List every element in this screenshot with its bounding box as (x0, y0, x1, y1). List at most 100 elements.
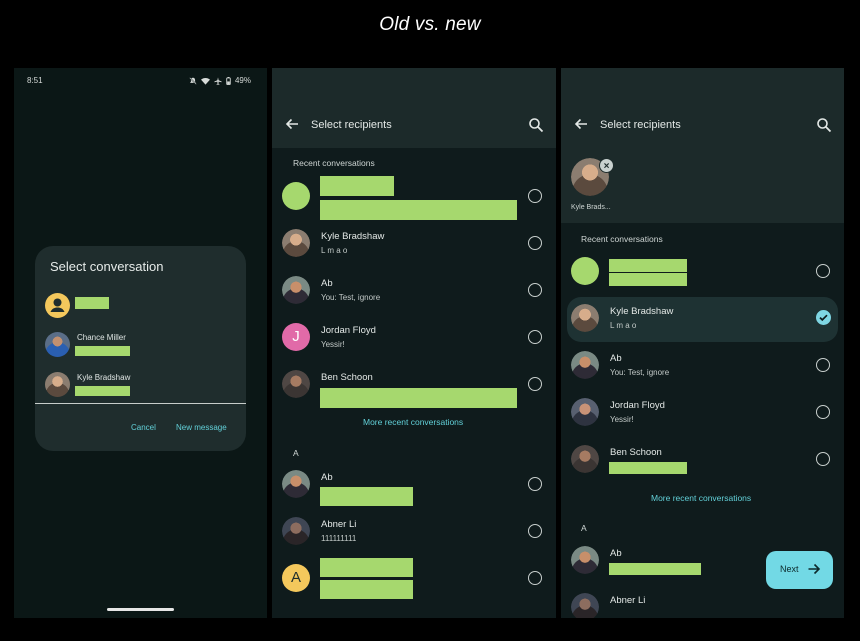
contact-name: Ab (610, 353, 622, 364)
message-preview: Yessir! (321, 340, 345, 349)
list-item[interactable]: Ab You: Test, ignore (561, 343, 844, 389)
radio-button[interactable] (528, 524, 542, 538)
remove-icon[interactable]: × (599, 158, 614, 173)
radio-button[interactable] (528, 189, 542, 203)
list-item[interactable] (561, 249, 844, 295)
redacted-number (320, 580, 413, 599)
dialog-contact-3[interactable]: Kyle Bradshaw (45, 372, 235, 400)
list-item-selected[interactable]: Kyle Bradshaw L m a o (561, 296, 844, 342)
list-item[interactable]: Abner Li (561, 585, 844, 618)
list-item[interactable]: A (272, 556, 556, 602)
status-bar: 8:51 49% (14, 76, 267, 90)
redacted-name (320, 558, 413, 577)
radio-button[interactable] (816, 405, 830, 419)
radio-button[interactable] (528, 330, 542, 344)
radio-button[interactable] (528, 571, 542, 585)
more-recent-link[interactable]: More recent conversations (363, 417, 463, 427)
search-icon[interactable] (816, 117, 832, 133)
radio-button[interactable] (528, 236, 542, 250)
redacted-message (75, 386, 130, 396)
back-arrow-icon[interactable] (284, 116, 300, 132)
list-item[interactable]: Kyle Bradshaw L m a o (272, 221, 556, 267)
radio-button[interactable] (816, 452, 830, 466)
dialog-contact-2[interactable]: Chance Miller (45, 332, 235, 360)
new-screen: Select recipients Recent conversations K… (272, 68, 556, 618)
message-preview: You: Test, ignore (610, 368, 670, 377)
list-item[interactable]: Ab You: Test, ignore (272, 268, 556, 314)
redacted-message (75, 346, 130, 356)
avatar (282, 470, 310, 498)
section-letter: A (581, 523, 587, 533)
recent-header: Recent conversations (293, 158, 375, 168)
search-icon[interactable] (528, 117, 544, 133)
cancel-button[interactable]: Cancel (131, 423, 156, 432)
message-preview: L m a o (610, 321, 637, 330)
select-conversation-dialog: Select conversation Chance Miller Kyle B… (35, 246, 246, 451)
selected-recipient-chip[interactable]: × (571, 158, 614, 200)
screen-title: Select recipients (311, 119, 392, 131)
battery-icon (226, 76, 231, 85)
home-indicator[interactable] (107, 608, 174, 611)
check-icon[interactable] (816, 310, 831, 325)
contact-name: Kyle Bradshaw (610, 306, 674, 317)
avatar (571, 593, 599, 618)
screen-title: Select recipients (600, 119, 681, 131)
contact-name: Ab (321, 472, 333, 483)
more-recent-link[interactable]: More recent conversations (651, 493, 751, 503)
contact-name: Ab (321, 278, 333, 289)
chip-label: Kyle Brads... (571, 204, 611, 211)
list-item[interactable]: J Jordan Floyd Yessir! (272, 315, 556, 361)
redacted-name (75, 297, 109, 309)
phone-number: 111111111 (321, 534, 357, 543)
redacted-name (609, 259, 687, 272)
next-button[interactable]: Next (766, 551, 833, 589)
back-arrow-icon[interactable] (573, 116, 589, 132)
avatar (282, 370, 310, 398)
avatar (282, 229, 310, 257)
list-item[interactable]: Jordan Floyd Yessir! (561, 390, 844, 436)
contact-name: Kyle Bradshaw (77, 373, 131, 382)
list-item[interactable] (272, 174, 556, 220)
section-letter: A (293, 448, 299, 458)
radio-button[interactable] (528, 477, 542, 491)
next-label: Next (780, 564, 799, 574)
old-screen: 8:51 49% Select conversation Chance Mill… (14, 68, 267, 618)
redacted-message (320, 388, 517, 408)
radio-button[interactable] (816, 264, 830, 278)
avatar (282, 517, 310, 545)
list-item[interactable]: Ben Schoon (561, 437, 844, 483)
message-preview: You: Test, ignore (321, 293, 381, 302)
avatar (45, 332, 70, 357)
avatar: J (282, 323, 310, 351)
message-preview: L m a o (321, 246, 348, 255)
contact-name: Abner Li (321, 519, 357, 530)
redacted-message (320, 200, 517, 220)
person-icon (45, 293, 70, 318)
list-item[interactable]: Abner Li 111111111 (272, 509, 556, 555)
avatar (45, 372, 70, 397)
avatar (571, 546, 599, 574)
avatar (571, 398, 599, 426)
avatar (282, 276, 310, 304)
avatar: A (282, 564, 310, 592)
avatar (571, 304, 599, 332)
radio-button[interactable] (816, 358, 830, 372)
new-screen-selected: Select recipients × Kyle Brads... Recent… (561, 68, 844, 618)
message-preview: Yessir! (610, 415, 634, 424)
contact-name: Abner Li (610, 595, 646, 606)
recent-header: Recent conversations (581, 234, 663, 244)
arrow-right-icon (808, 563, 821, 575)
radio-button[interactable] (528, 283, 542, 297)
contact-name: Kyle Bradshaw (321, 231, 385, 242)
redacted-message (609, 273, 687, 286)
list-item[interactable]: Ab (272, 462, 556, 508)
radio-button[interactable] (528, 377, 542, 391)
status-time: 8:51 (27, 76, 43, 85)
dialog-title: Select conversation (50, 259, 164, 274)
new-message-button[interactable]: New message (176, 423, 227, 432)
dialog-contact-1[interactable] (45, 293, 235, 321)
dialog-divider (35, 403, 246, 404)
list-item[interactable]: Ben Schoon (272, 362, 556, 408)
avatar (282, 182, 310, 210)
avatar (571, 257, 599, 285)
